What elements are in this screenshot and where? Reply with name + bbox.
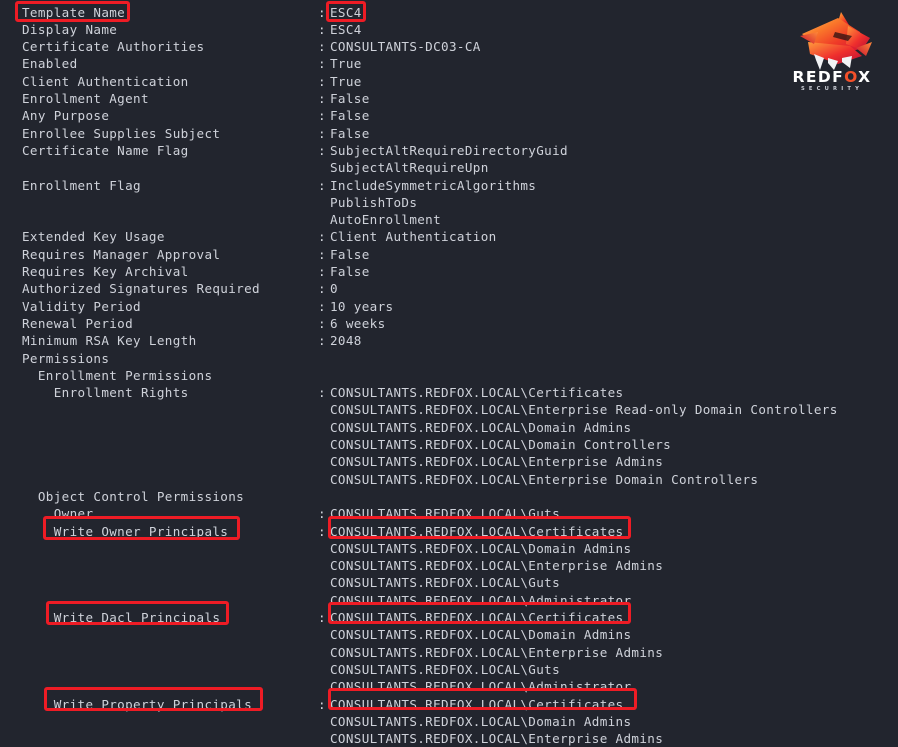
property-value: False (330, 246, 370, 262)
property-key: Enrollment Agent (22, 91, 149, 106)
property-value: ESC4 (330, 4, 362, 20)
key-value-separator: : (318, 4, 326, 20)
redfox-head-icon (800, 12, 872, 70)
property-value: CONSULTANTS.REDFOX.LOCAL\Certificates (330, 523, 624, 539)
property-value: ESC4 (330, 21, 362, 37)
key-value-separator: : (318, 142, 326, 158)
key-value-separator: : (318, 696, 326, 712)
property-value: CONSULTANTS.REDFOX.LOCAL\Enterprise Admi… (330, 558, 664, 574)
key-value-separator: : (318, 610, 326, 625)
property-value: PublishToDs (330, 194, 418, 210)
property-value: CONSULTANTS.REDFOX.LOCAL\Guts (330, 575, 561, 591)
key-value-separator: : (318, 73, 326, 89)
key-value-separator: : (318, 281, 326, 297)
key-value-separator: : (318, 177, 326, 193)
property-value: False (330, 108, 370, 124)
property-value: 2048 (330, 333, 362, 349)
key-value-separator: : (318, 264, 326, 279)
property-value: 6 weeks (330, 315, 386, 331)
property-value: AutoEnrollment (330, 212, 442, 228)
key-value-separator: : (318, 523, 326, 539)
key-value-separator: : (318, 246, 326, 262)
property-value: CONSULTANTS.REDFOX.LOCAL\Domain Admins (330, 540, 632, 556)
property-key: Client Authentication (22, 73, 189, 89)
property-key: Enrollment Permissions (22, 367, 213, 383)
property-key: Permissions (22, 350, 110, 366)
property-value: Client Authentication (330, 229, 497, 245)
key-value-separator: : (318, 56, 326, 72)
key-value-separator: : (318, 506, 326, 522)
property-key: Enabled (22, 56, 78, 72)
logo-wordmark: REDFOX (778, 68, 886, 86)
key-value-separator: : (318, 108, 326, 124)
property-key: Enrollee Supplies Subject (22, 125, 221, 141)
property-value: CONSULTANTS.REDFOX.LOCAL\Enterprise Doma… (330, 471, 759, 487)
property-key: Template Name (22, 4, 126, 20)
property-key: Renewal Period (22, 315, 134, 331)
property-key: Authorized Signatures Required (22, 281, 260, 297)
property-value: CONSULTANTS.REDFOX.LOCAL\Certificates (330, 610, 624, 625)
property-value: CONSULTANTS.REDFOX.LOCAL\Domain Admins (330, 419, 632, 435)
key-value-separator: : (318, 229, 326, 245)
property-key: Enrollment Flag (22, 177, 141, 193)
property-value: CONSULTANTS.REDFOX.LOCAL\Guts (330, 661, 561, 677)
property-value: 0 (330, 281, 338, 297)
property-value: False (330, 264, 370, 279)
property-value: CONSULTANTS.REDFOX.LOCAL\Enterprise Admi… (330, 454, 664, 470)
property-key: Any Purpose (22, 108, 110, 124)
property-value: False (330, 91, 370, 106)
key-value-separator: : (318, 315, 326, 331)
key-value-separator: : (318, 21, 326, 37)
property-key: Display Name (22, 21, 118, 37)
property-key: Certificate Authorities (22, 39, 205, 55)
property-key: Validity Period (22, 298, 141, 314)
key-value-separator: : (318, 298, 326, 314)
property-value: CONSULTANTS.REDFOX.LOCAL\Domain Controll… (330, 437, 672, 452)
property-value: CONSULTANTS.REDFOX.LOCAL\Administrator (330, 592, 632, 608)
key-value-separator: : (318, 39, 326, 55)
property-value: CONSULTANTS.REDFOX.LOCAL\Administrator (330, 679, 632, 695)
key-value-separator: : (318, 385, 326, 401)
property-value: 10 years (330, 298, 394, 314)
property-value: CONSULTANTS.REDFOX.LOCAL\Domain Admins (330, 713, 632, 729)
property-value: CONSULTANTS.REDFOX.LOCAL\Enterprise Admi… (330, 731, 664, 747)
property-key: Enrollment Rights (22, 385, 189, 401)
key-value-separator: : (318, 125, 326, 141)
property-value: CONSULTANTS-DC03-CA (330, 39, 481, 55)
key-value-separator: : (318, 333, 326, 349)
property-value: False (330, 125, 370, 141)
logo-tagline: SECURITY (800, 86, 864, 92)
property-key: Requires Key Archival (22, 264, 189, 279)
property-key: Extended Key Usage (22, 229, 165, 245)
property-value: CONSULTANTS.REDFOX.LOCAL\Enterprise Admi… (330, 644, 664, 660)
property-key: Minimum RSA Key Length (22, 333, 197, 349)
property-value: True (330, 73, 362, 89)
key-value-separator: : (318, 91, 326, 106)
property-value: CONSULTANTS.REDFOX.LOCAL\Guts (330, 506, 561, 522)
property-value: SubjectAltRequireDirectoryGuid (330, 142, 568, 158)
property-value: IncludeSymmetricAlgorithms (330, 177, 537, 193)
property-value: CONSULTANTS.REDFOX.LOCAL\Certificates (330, 696, 624, 712)
property-key: Object Control Permissions (22, 488, 245, 504)
property-key: Write Owner Principals (22, 523, 229, 539)
property-value: CONSULTANTS.REDFOX.LOCAL\Domain Admins (330, 627, 632, 643)
redfox-security-logo: REDFOX SECURITY (778, 8, 886, 100)
property-key: Write Dacl Principals (22, 610, 221, 625)
logo-wordmark-part1: REDF (792, 68, 845, 86)
property-value: CONSULTANTS.REDFOX.LOCAL\Certificates (330, 385, 624, 401)
property-value: CONSULTANTS.REDFOX.LOCAL\Enterprise Read… (330, 402, 838, 418)
property-value: SubjectAltRequireUpn (330, 160, 489, 176)
property-key: Write Property Principals (22, 696, 253, 712)
property-key: Requires Manager Approval (22, 246, 221, 262)
logo-wordmark-o: O (844, 68, 859, 86)
property-key: Owner (22, 506, 94, 522)
terminal-output-pane: Template Name: ESC4 Display Name: ESC4 Certi… (0, 0, 898, 747)
property-value: True (330, 56, 362, 72)
property-key: Certificate Name Flag (22, 142, 189, 158)
logo-wordmark-part2: X (858, 68, 872, 86)
